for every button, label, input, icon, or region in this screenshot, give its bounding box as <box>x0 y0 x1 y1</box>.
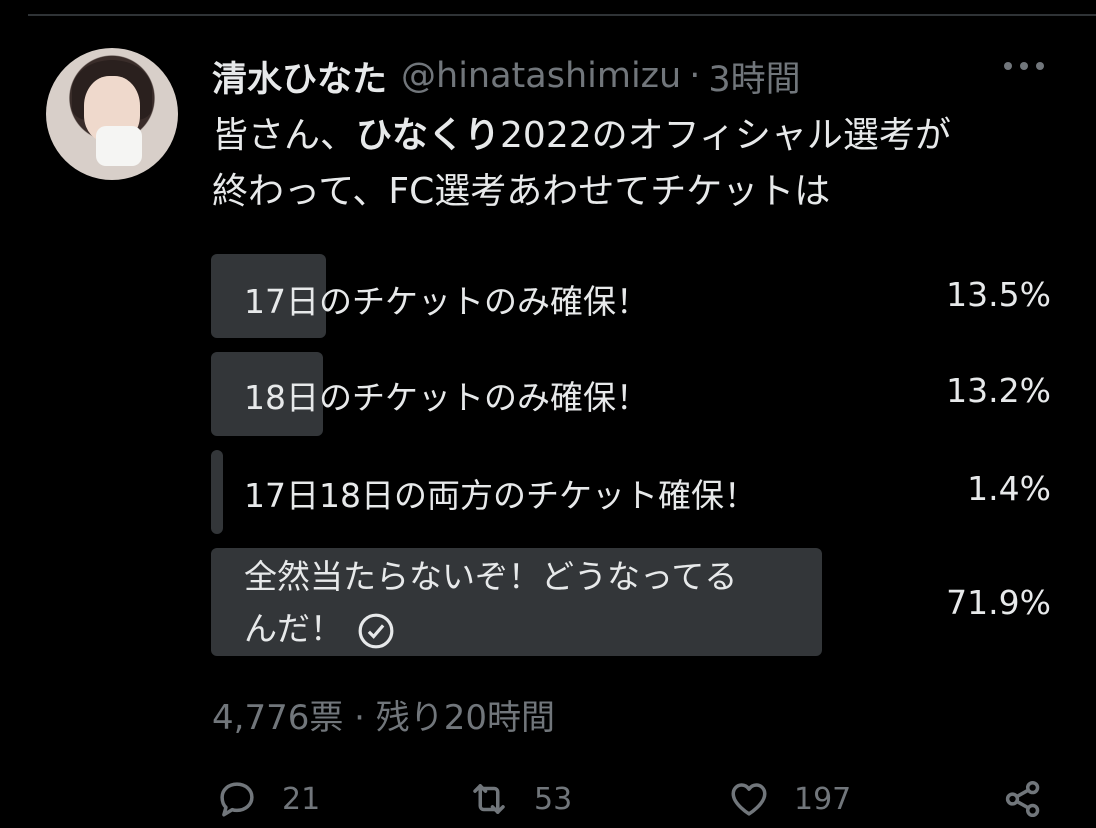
poll-option-2[interactable]: 18日のチケットのみ確保！ 13.2% <box>211 352 1061 436</box>
tweet-text-line-1: 皆さん、ひなくり2022のオフィシャル選考が <box>212 115 951 156</box>
top-divider <box>28 14 1096 16</box>
reply-button[interactable]: 21 <box>216 778 320 820</box>
poll-option-percent: 13.5% <box>946 275 1051 314</box>
author-handle[interactable]: @hinatashimizu <box>401 56 681 96</box>
header-separator: · <box>689 56 701 96</box>
tweet-text-line-2: 終わって、FC選考あわせてチケットは <box>212 171 831 212</box>
tweet-text: 皆さん、ひなくり2022のオフィシャル選考が 終わって、FC選考あわせてチケット… <box>212 108 1062 220</box>
poll-remaining: 残り20時間 <box>375 698 556 738</box>
heart-icon <box>731 783 767 816</box>
poll-meta: 4,776票 · 残り20時間 <box>212 690 555 739</box>
share-icon <box>1005 780 1040 818</box>
tweet-time[interactable]: 3時間 <box>708 51 800 102</box>
poll-option-percent: 71.9% <box>946 583 1051 622</box>
author-name[interactable]: 清水ひなた <box>212 51 387 102</box>
poll-option-label-line-2: んだ！ <box>244 602 395 650</box>
reply-icon <box>220 782 254 817</box>
check-circle-icon <box>358 613 394 648</box>
poll-option-label: 17日のチケットのみ確保！ <box>244 282 649 321</box>
retweet-count: 53 <box>534 781 573 817</box>
tweet-header: 清水ひなた @hinatashimizu · 3時間 <box>212 52 801 100</box>
poll-meta-separator: · <box>354 698 365 738</box>
poll-option-1[interactable]: 17日のチケットのみ確保！ 13.5% <box>211 254 1061 338</box>
tweet-actions: 21 53 197 <box>212 778 1052 828</box>
more-options-button[interactable] <box>1004 62 1044 70</box>
poll-option-label: 17日18日の両方のチケット確保！ <box>244 476 757 515</box>
retweet-icon <box>473 784 505 814</box>
poll-option-label: 18日のチケットのみ確保！ <box>244 378 649 417</box>
poll-bar-3 <box>211 450 223 534</box>
poll-votes: 4,776票 <box>212 698 344 738</box>
poll-option-3[interactable]: 17日18日の両方のチケット確保！ 1.4% <box>211 450 1061 534</box>
share-button[interactable] <box>1002 778 1044 820</box>
poll-option-percent: 13.2% <box>946 371 1051 410</box>
retweet-button[interactable]: 53 <box>468 778 572 820</box>
reply-count: 21 <box>282 781 321 817</box>
avatar[interactable] <box>46 48 178 180</box>
poll-option-percent: 1.4% <box>967 469 1051 508</box>
poll-option-4[interactable]: 全然当たらないぞ！どうなってる んだ！ 71.9% <box>211 548 1061 656</box>
like-button[interactable]: 197 <box>728 778 851 820</box>
poll-option-label-line-1: 全然当たらないぞ！どうなってる <box>244 557 738 596</box>
like-count: 197 <box>794 781 852 817</box>
more-horizontal-icon <box>1004 62 1012 70</box>
